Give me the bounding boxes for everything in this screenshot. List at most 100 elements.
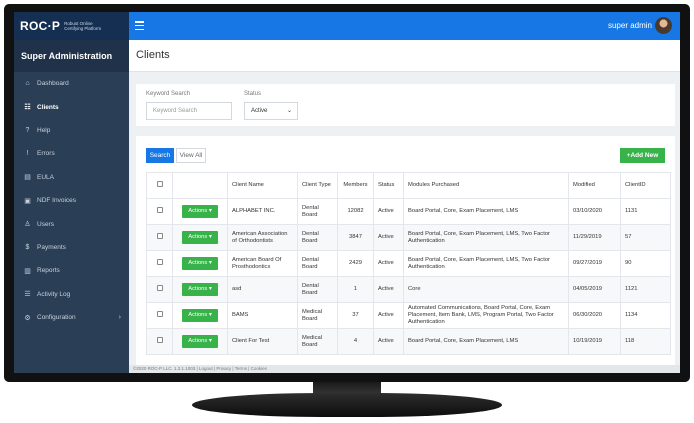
client-name-cell: BAMS [227, 302, 298, 329]
sidebar-item-label: Users [37, 220, 54, 228]
sidebar-item-label: NDF Invoices [37, 197, 77, 205]
members-cell: 3847 [337, 224, 374, 251]
keyword-label: Keyword Search [146, 91, 191, 97]
house-icon: ⌂ [25, 80, 30, 88]
actions-dropdown-button[interactable]: Actions ▾ [182, 257, 218, 270]
row-checkbox[interactable] [156, 233, 163, 239]
client-type-cell: Medical Board [297, 328, 338, 355]
column-header-status[interactable]: Status [373, 172, 404, 199]
sidebar-item-reports[interactable]: ▥ Reports [14, 259, 129, 282]
row-checkbox[interactable] [156, 285, 163, 291]
gear-icon: ⚙ [24, 314, 31, 322]
dollar-icon: $ [25, 243, 30, 251]
members-cell: 4 [337, 328, 374, 355]
question-icon: ? [25, 126, 30, 134]
sidebar-item-label: Errors [37, 150, 55, 158]
sidebar-item-label: Clients [37, 103, 59, 111]
client-id-cell: 57 [620, 224, 671, 251]
row-checkbox[interactable] [156, 337, 163, 343]
select-all-checkbox[interactable] [156, 181, 163, 187]
actions-dropdown-button[interactable]: Actions ▾ [182, 231, 218, 244]
column-header-modules[interactable]: Modules Purchased [403, 172, 569, 199]
members-cell: 12082 [337, 198, 374, 225]
client-id-cell: 1131 [620, 198, 671, 225]
sidebar-item-label: Reports [37, 267, 60, 275]
sidebar-item-label: Configuration [37, 314, 76, 322]
actions-dropdown-button[interactable]: Actions ▾ [182, 309, 218, 322]
sidebar-item-activity-log[interactable]: ☰ Activity Log [14, 283, 129, 306]
column-header-members[interactable]: Members [337, 172, 374, 199]
users-icon: ☷ [24, 104, 31, 112]
actions-dropdown-button[interactable]: Actions ▾ [182, 335, 218, 348]
main-content: Clients Keyword Search Keyword Search St… [129, 40, 680, 373]
view-all-button[interactable]: View All [176, 148, 206, 163]
modules-cell: Core [403, 276, 569, 303]
client-type-cell: Dental Board [297, 198, 338, 225]
status-cell: Active [373, 302, 404, 329]
row-actions-cell: Actions ▾ [172, 328, 228, 355]
row-checkbox[interactable] [156, 259, 163, 265]
row-actions-cell: Actions ▾ [172, 224, 228, 251]
column-header-modified[interactable]: Modified [568, 172, 621, 199]
actions-dropdown-button[interactable]: Actions ▾ [182, 205, 218, 218]
client-name-cell: Client For Test [227, 328, 298, 355]
status-label: Status [244, 91, 262, 97]
sidebar-item-label: Activity Log [37, 290, 71, 298]
brand-tagline: Robust Online Certifying Platform [64, 21, 102, 31]
bar-chart-icon: ▥ [24, 267, 31, 275]
sidebar-item-dashboard[interactable]: ⌂ Dashboard [14, 72, 129, 95]
brand[interactable]: ROC·P Robust Online Certifying Platform [14, 12, 129, 40]
user-name[interactable]: super admin [608, 21, 652, 30]
client-id-cell: 1134 [620, 302, 671, 329]
sidebar-item-users[interactable]: ♙ Users [14, 212, 129, 235]
row-checkbox[interactable] [156, 207, 163, 213]
add-new-button[interactable]: +Add New [620, 148, 665, 163]
row-checkbox[interactable] [156, 311, 163, 317]
sidebar-item-ndf-invoices[interactable]: ▣ NDF Invoices [14, 189, 129, 212]
client-name-cell: asd [227, 276, 298, 303]
actions-dropdown-button[interactable]: Actions ▾ [182, 283, 218, 296]
table-row[interactable]: Actions ▾ American Association of Orthodo… [146, 224, 671, 251]
client-type-cell: Dental Board [297, 250, 338, 277]
actions-column-header [172, 172, 228, 199]
column-header-client-id[interactable]: ClientID [620, 172, 671, 199]
hamburger-icon[interactable] [135, 21, 144, 30]
table-row[interactable]: Actions ▾ ALPHABET INC. Dental Board 12082 A… [146, 198, 671, 225]
table-row[interactable]: Actions ▾ American Board Of Prosthodontic… [146, 250, 671, 277]
user-icon: ♙ [24, 221, 31, 229]
column-header-client-name[interactable]: Client Name [227, 172, 298, 199]
modules-cell: Board Portal, Core, Exam Placement, LMS [403, 328, 569, 355]
modules-cell: Automated Communications, Board Portal, … [403, 302, 569, 329]
sidebar-item-help[interactable]: ? Help [14, 119, 129, 142]
invoice-icon: ▣ [24, 197, 31, 205]
sidebar-item-errors[interactable]: ! Errors [14, 142, 129, 165]
row-actions-cell: Actions ▾ [172, 276, 228, 303]
status-cell: Active [373, 328, 404, 355]
members-cell: 37 [337, 302, 374, 329]
sidebar-item-configuration[interactable]: ⚙ Configuration › [14, 306, 129, 329]
table-row[interactable]: Actions ▾ BAMS Medical Board 37 Active Automa… [146, 302, 671, 329]
table-row[interactable]: Actions ▾ Client For Test Medical Board 4 Ac… [146, 328, 671, 355]
monitor-stand [192, 393, 502, 417]
sidebar-nav: ⌂ Dashboard ☷ Clients? Help ! Errors ▤ EULA ▣ NDF … [14, 72, 129, 329]
page-title: Clients [129, 40, 680, 72]
status-select[interactable]: Active ⌄ [244, 102, 298, 120]
table-row[interactable]: Actions ▾ asd Dental Board 1 Active Core 04/05… [146, 276, 671, 303]
results-panel: Search View All +Add New Client Name Cli… [136, 136, 675, 373]
keyword-search-input[interactable]: Keyword Search [146, 102, 232, 120]
status-cell: Active [373, 250, 404, 277]
select-all-header [146, 172, 173, 199]
column-header-client-type[interactable]: Client Type [297, 172, 338, 199]
row-select-cell [146, 276, 173, 303]
sidebar-item-payments[interactable]: $ Payments [14, 236, 129, 259]
avatar[interactable] [655, 17, 672, 34]
modified-cell: 09/27/2019 [568, 250, 621, 277]
sidebar-item-label: Help [37, 126, 51, 134]
sidebar-item-clients[interactable]: ☷ Clients [14, 95, 129, 118]
filter-panel: Keyword Search Keyword Search Status Act… [136, 84, 675, 126]
sidebar-item-eula[interactable]: ▤ EULA [14, 166, 129, 189]
search-button[interactable]: Search [146, 148, 174, 163]
sidebar-item-label: Dashboard [37, 80, 69, 88]
table-body: Actions ▾ ALPHABET INC. Dental Board 12082 A… [146, 198, 671, 355]
row-actions-cell: Actions ▾ [172, 198, 228, 225]
